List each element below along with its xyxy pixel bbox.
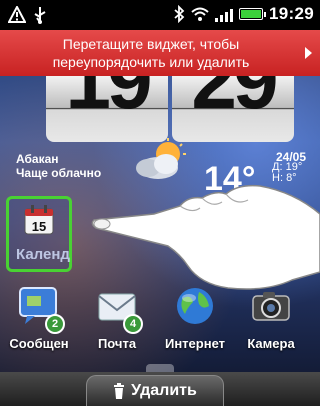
dock-label-mail: Почта (97, 336, 137, 351)
weather-city: Абакан (16, 152, 59, 166)
bottom-bar: Удалить (0, 372, 320, 406)
delete-label: Удалить (131, 382, 197, 399)
mail-badge: 4 (123, 314, 143, 334)
status-bar: 19:29 (0, 0, 320, 30)
dock-label-internet: Интернет (164, 336, 225, 351)
weather-range: Д: 19° Н: 8° (272, 161, 303, 184)
dock-item-internet[interactable]: Интернет (160, 284, 230, 351)
messages-badge: 2 (45, 314, 65, 334)
drawer-handle[interactable] (146, 364, 174, 372)
chevron-right-icon (305, 47, 312, 59)
calendar-icon[interactable]: 15 (23, 204, 55, 236)
signal-icon (215, 6, 234, 22)
dock-label-messages: Сообщен (9, 336, 69, 351)
status-time: 19:29 (269, 4, 314, 23)
battery-icon (239, 8, 267, 20)
delete-button[interactable]: Удалить (86, 375, 224, 406)
trash-icon (114, 383, 125, 399)
wifi-icon (191, 7, 209, 21)
dock-item-mail[interactable]: 4 Почта (82, 284, 152, 351)
bluetooth-icon (174, 5, 185, 23)
usb-icon (34, 7, 46, 24)
drag-hand-illustration (91, 184, 320, 290)
hint-text-line1: Перетащите виджет, чтобы (62, 36, 240, 52)
clock-minute[interactable]: 29 (172, 76, 294, 142)
usb-warning-icon (8, 6, 26, 23)
cloud-sun-icon (136, 138, 186, 179)
svg-text:15: 15 (32, 219, 46, 234)
hint-banner[interactable]: Перетащите виджет, чтобы переупорядочить… (0, 30, 320, 76)
dock-item-messages[interactable]: 2 Сообщен (4, 284, 74, 351)
hint-text-line2: переупорядочить или удалить (52, 54, 250, 70)
home-screen: 19:29 Перетащите виджет, чтобы переупоря… (0, 0, 320, 406)
dragged-widget-label: Календ (16, 246, 70, 263)
weather-condition: Чаще облачно (16, 166, 102, 180)
dock-item-camera[interactable]: Камера (236, 284, 306, 351)
dock-label-camera: Камера (247, 336, 295, 351)
clock-hour[interactable]: 19 (46, 76, 168, 142)
